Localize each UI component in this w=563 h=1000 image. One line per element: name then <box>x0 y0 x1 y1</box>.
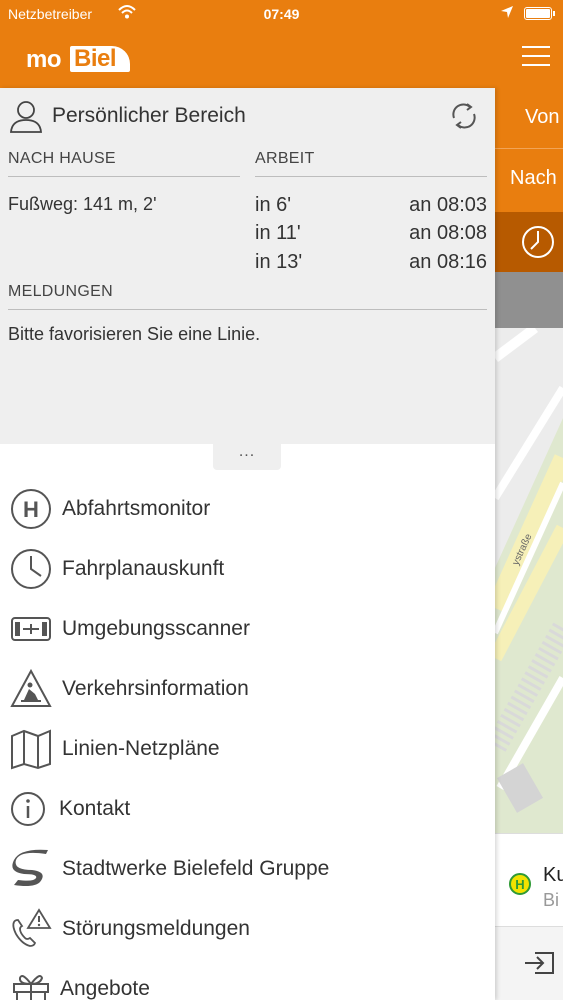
clock-icon <box>522 226 554 258</box>
status-bar: Netzbetreiber 07:49 <box>0 0 563 28</box>
h-stop-icon: H <box>509 873 531 895</box>
divider <box>8 176 240 177</box>
bottom-toolbar <box>495 926 563 1000</box>
clock-time: 07:49 <box>263 6 300 22</box>
menu-item-abfahrtsmonitor[interactable]: H Abfahrtsmonitor <box>0 478 495 538</box>
refresh-icon[interactable] <box>448 100 480 132</box>
expand-handle[interactable]: ... <box>213 444 281 470</box>
divider <box>255 176 487 177</box>
menu-label: Umgebungsscanner <box>62 617 250 640</box>
user-icon[interactable] <box>8 98 44 134</box>
side-drawer: Persönlicher Bereich NACH HAUSE ARBEIT F… <box>0 88 495 1000</box>
time-selector[interactable] <box>495 212 563 272</box>
to-field[interactable]: Nach <box>495 148 563 212</box>
h-stop-icon: H <box>11 489 51 529</box>
menu-item-verkehrsinformation[interactable]: Verkehrsinformation <box>0 658 495 718</box>
messages-heading: MELDUNGEN <box>8 283 113 300</box>
svg-text:H: H <box>23 497 39 522</box>
phone-warning-icon <box>12 908 52 947</box>
from-field[interactable]: Von <box>495 88 563 148</box>
messages-text: Bitte favorisieren Sie eine Linie. <box>8 324 261 344</box>
menu-item-stoerungsmeldungen[interactable]: Störungsmeldungen <box>0 898 495 958</box>
app-header: Netzbetreiber 07:49 mo Biel <box>0 0 563 88</box>
menu-item-kontakt[interactable]: Kontakt <box>0 778 495 838</box>
personal-area-title: Persönlicher Bereich <box>52 104 246 127</box>
menu-label: Angebote <box>60 977 150 1000</box>
menu-item-angebote[interactable]: Angebote <box>0 958 495 1000</box>
personal-area: Persönlicher Bereich NACH HAUSE ARBEIT F… <box>0 88 495 444</box>
clock-icon <box>11 549 51 589</box>
nearby-stop[interactable]: H Ku Bi <box>495 833 563 926</box>
menu-label: Linien-Netzpläne <box>62 737 220 760</box>
login-icon[interactable] <box>521 943 561 983</box>
menu-label: Kontakt <box>59 797 131 820</box>
battery-icon <box>524 7 555 20</box>
menu-item-umgebungsscanner[interactable]: Umgebungsscanner <box>0 598 495 658</box>
scanner-icon <box>11 617 51 641</box>
map-icon <box>11 729 51 770</box>
home-heading: NACH HAUSE <box>8 150 116 167</box>
home-walk-info[interactable]: Fußweg: 141 m, 2' <box>8 194 157 215</box>
search-bar-strip[interactable] <box>495 272 563 328</box>
info-icon <box>11 792 45 826</box>
roadwork-icon <box>10 668 52 707</box>
menu-label: Stadtwerke Bielefeld Gruppe <box>62 857 330 880</box>
map-view[interactable]: ystraße <box>495 328 563 833</box>
menu-label: Fahrplanauskunft <box>62 557 225 580</box>
work-heading: ARBEIT <box>255 150 315 167</box>
main-view-peek: Von Nach ystraße H Ku Bi <box>495 88 563 1000</box>
location-arrow-icon <box>501 6 513 18</box>
menu-label: Verkehrsinformation <box>62 677 249 700</box>
gift-icon <box>13 975 49 1000</box>
menu-icon[interactable] <box>522 46 550 66</box>
menu-item-stadtwerke[interactable]: Stadtwerke Bielefeld Gruppe <box>0 838 495 898</box>
map-streets: ystraße <box>495 328 563 833</box>
stop-name: Ku <box>543 864 563 886</box>
menu-label: Abfahrtsmonitor <box>62 497 211 520</box>
stadtwerke-logo-icon <box>12 849 48 886</box>
menu-item-linien-netzplaene[interactable]: Linien-Netzpläne <box>0 718 495 778</box>
menu-label: Störungsmeldungen <box>62 917 250 940</box>
menu-item-fahrplanauskunft[interactable]: Fahrplanauskunft <box>0 538 495 598</box>
svg-text:H: H <box>515 877 524 892</box>
divider <box>8 309 487 310</box>
stop-city: Bi <box>543 890 560 910</box>
